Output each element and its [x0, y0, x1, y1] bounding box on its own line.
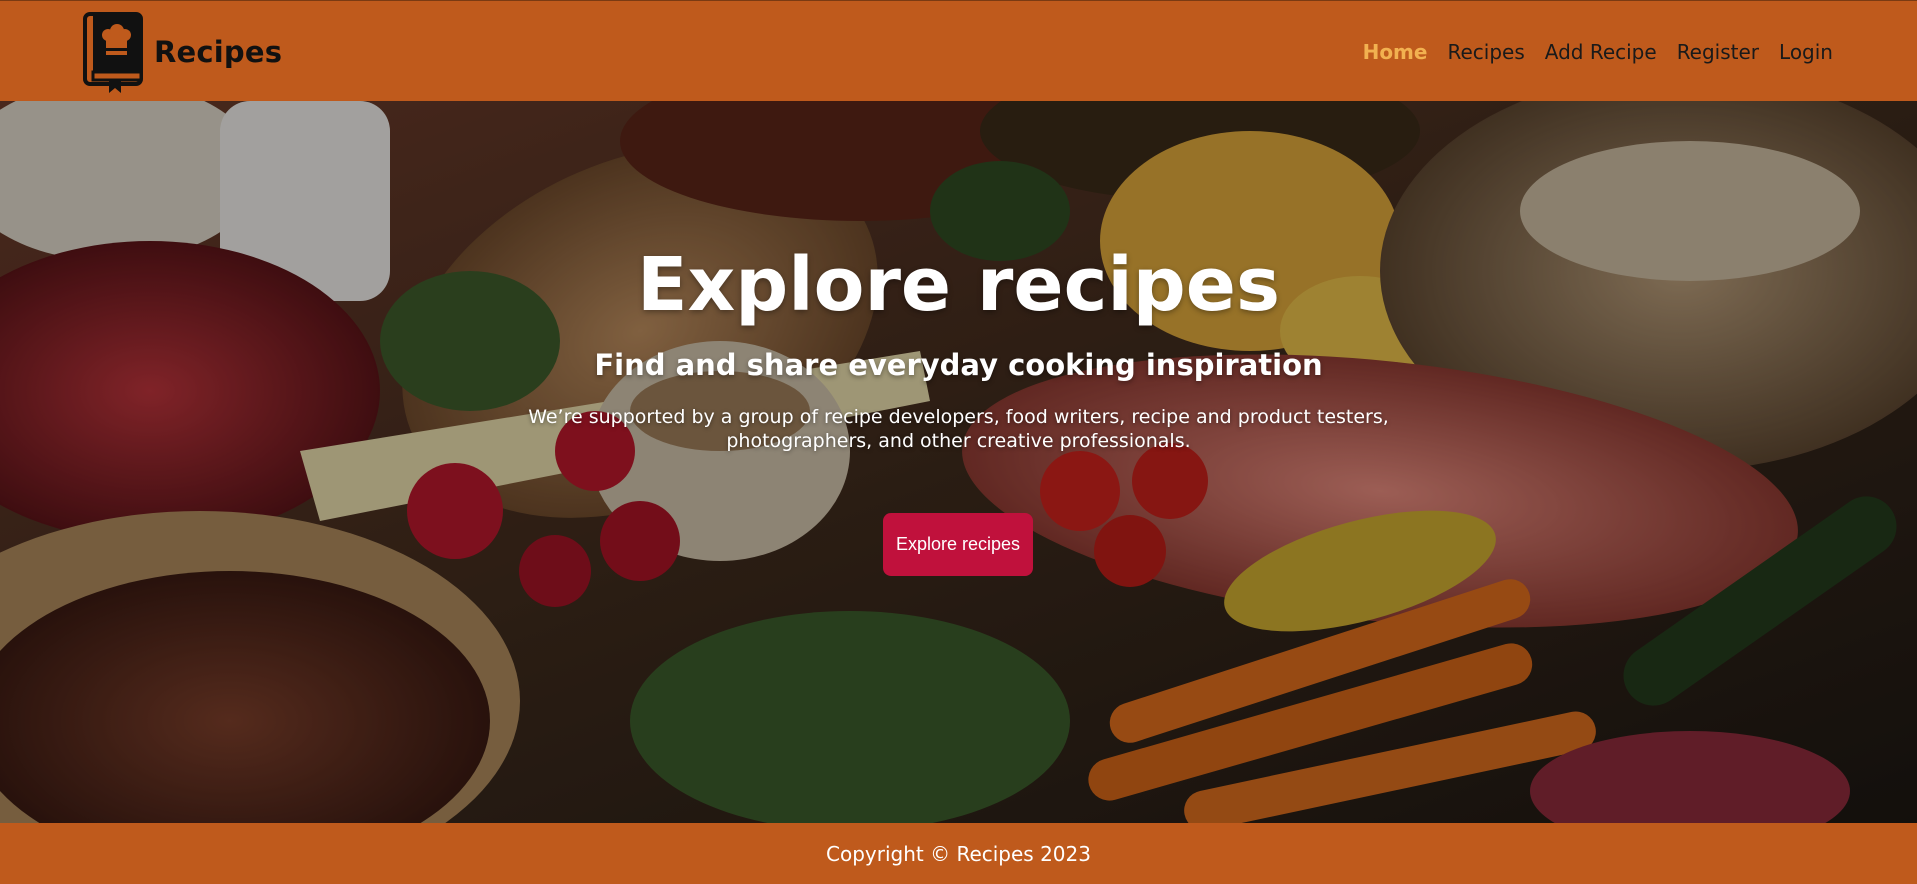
site-header: Recipes Home Recipes Add Recipe Register…	[0, 0, 1917, 101]
hero-description: We’re supported by a group of recipe dev…	[528, 406, 1389, 452]
brand-name: Recipes	[154, 35, 283, 69]
nav-add-recipe[interactable]: Add Recipe	[1545, 40, 1657, 64]
hero-section: Explore recipes Find and share everyday …	[0, 101, 1917, 823]
nav-login[interactable]: Login	[1779, 40, 1833, 64]
chef-book-icon	[83, 12, 143, 93]
site-footer: Copyright © Recipes 2023	[0, 823, 1917, 884]
copyright-text: Copyright © Recipes 2023	[826, 841, 1091, 866]
hero-subtitle: Find and share everyday cooking inspirat…	[594, 348, 1323, 382]
brand-link[interactable]: Recipes	[82, 11, 282, 93]
nav-register[interactable]: Register	[1677, 40, 1759, 64]
nav-home[interactable]: Home	[1363, 40, 1428, 64]
hero-title: Explore recipes	[636, 242, 1281, 328]
hero-content: Explore recipes Find and share everyday …	[0, 101, 1917, 823]
nav-recipes[interactable]: Recipes	[1447, 40, 1524, 64]
main-nav: Home Recipes Add Recipe Register Login	[1343, 1, 1833, 102]
explore-recipes-button[interactable]: Explore recipes	[883, 513, 1033, 576]
